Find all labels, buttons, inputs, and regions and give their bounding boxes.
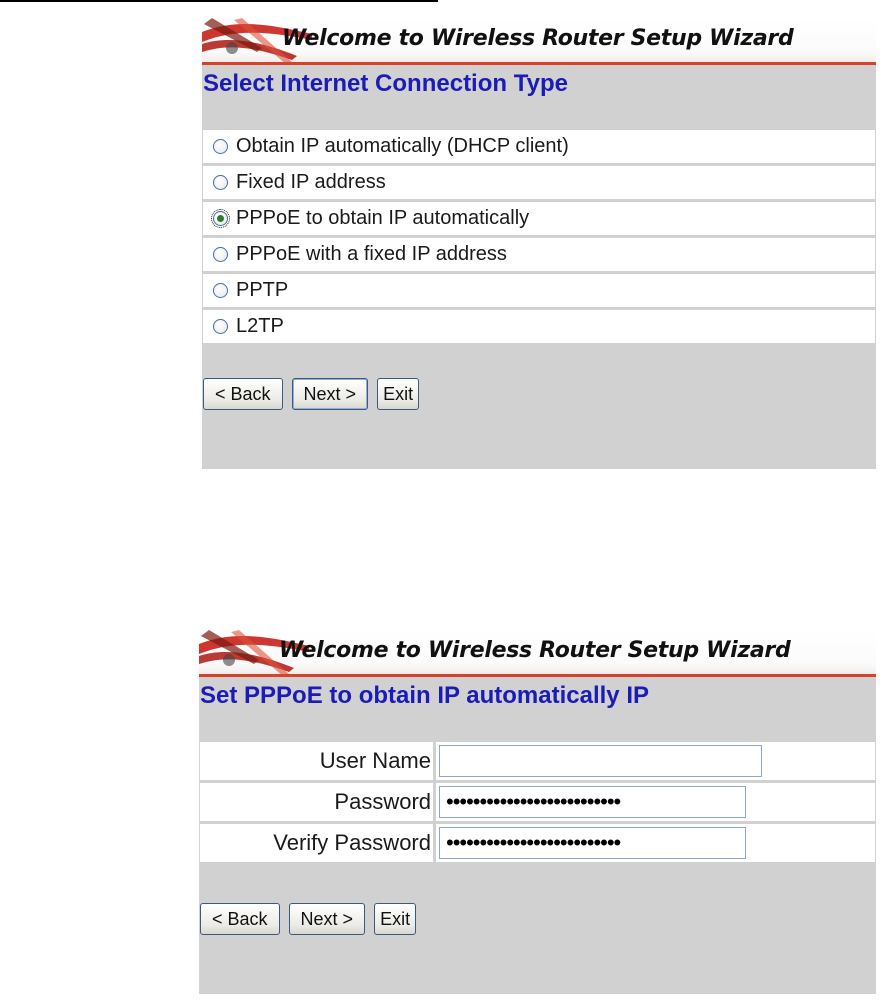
form-row-verify-password: Verify Password xyxy=(200,824,875,862)
wizard-panel-pppoe: Welcome to Wireless Router Setup Wizard … xyxy=(199,630,876,994)
radio-button[interactable] xyxy=(213,319,228,334)
section-title: Set PPPoE to obtain IP automatically IP xyxy=(200,682,649,709)
wizard-banner: Welcome to Wireless Router Setup Wizard xyxy=(202,18,876,65)
option-label: PPTP xyxy=(236,279,289,301)
next-button[interactable]: Next > xyxy=(291,378,369,410)
radio-button[interactable] xyxy=(213,247,228,262)
option-pppoe-fixed[interactable]: PPPoE with a fixed IP address xyxy=(203,238,875,271)
form-row-password: Password xyxy=(200,783,875,821)
form-row-username: User Name xyxy=(200,742,875,780)
exit-button[interactable]: Exit xyxy=(374,903,417,935)
option-label: Fixed IP address xyxy=(236,171,386,193)
form-label-cell: User Name xyxy=(200,742,433,780)
option-pptp[interactable]: PPTP xyxy=(203,274,875,307)
username-input[interactable] xyxy=(439,745,762,777)
wizard-panel-connection-type: Welcome to Wireless Router Setup Wizard … xyxy=(202,18,876,469)
banner-accent-line xyxy=(199,674,876,677)
banner-title: Welcome to Wireless Router Setup Wizard xyxy=(282,26,794,51)
verify-password-input[interactable] xyxy=(439,827,746,859)
username-label: User Name xyxy=(319,748,431,773)
banner-title: Welcome to Wireless Router Setup Wizard xyxy=(279,638,791,663)
next-button[interactable]: Next > xyxy=(288,903,366,935)
option-label: L2TP xyxy=(236,315,284,337)
password-label: Password xyxy=(334,789,431,814)
back-button[interactable]: < Back xyxy=(203,378,283,410)
form-input-cell xyxy=(436,824,875,862)
pppoe-form: User Name Password Verify Password xyxy=(200,742,875,865)
page-top-rule xyxy=(0,0,438,2)
option-pppoe-auto[interactable]: PPPoE to obtain IP automatically xyxy=(203,202,875,235)
wizard-buttons: < Back Next > Exit xyxy=(200,903,417,935)
banner-accent-line xyxy=(202,62,876,65)
radio-button[interactable] xyxy=(213,139,228,154)
option-fixed-ip[interactable]: Fixed IP address xyxy=(203,166,875,199)
option-dhcp[interactable]: Obtain IP automatically (DHCP client) xyxy=(203,130,875,163)
connection-type-list: Obtain IP automatically (DHCP client) Fi… xyxy=(203,130,875,346)
radio-button-selected[interactable] xyxy=(211,209,230,228)
form-input-cell xyxy=(436,783,875,821)
exit-button[interactable]: Exit xyxy=(377,378,420,410)
form-input-cell xyxy=(436,742,875,780)
option-label: PPPoE with a fixed IP address xyxy=(236,243,507,265)
wizard-buttons: < Back Next > Exit xyxy=(203,378,420,410)
back-button[interactable]: < Back xyxy=(200,903,280,935)
radio-button[interactable] xyxy=(213,283,228,298)
form-label-cell: Password xyxy=(200,783,433,821)
verify-password-label: Verify Password xyxy=(273,830,431,855)
password-input[interactable] xyxy=(439,786,746,818)
wizard-banner: Welcome to Wireless Router Setup Wizard xyxy=(199,630,876,677)
form-label-cell: Verify Password xyxy=(200,824,433,862)
radio-button[interactable] xyxy=(213,175,228,190)
option-label: PPPoE to obtain IP automatically xyxy=(236,207,530,229)
option-label: Obtain IP automatically (DHCP client) xyxy=(236,135,569,157)
option-l2tp[interactable]: L2TP xyxy=(203,310,875,343)
section-title: Select Internet Connection Type xyxy=(203,70,568,97)
